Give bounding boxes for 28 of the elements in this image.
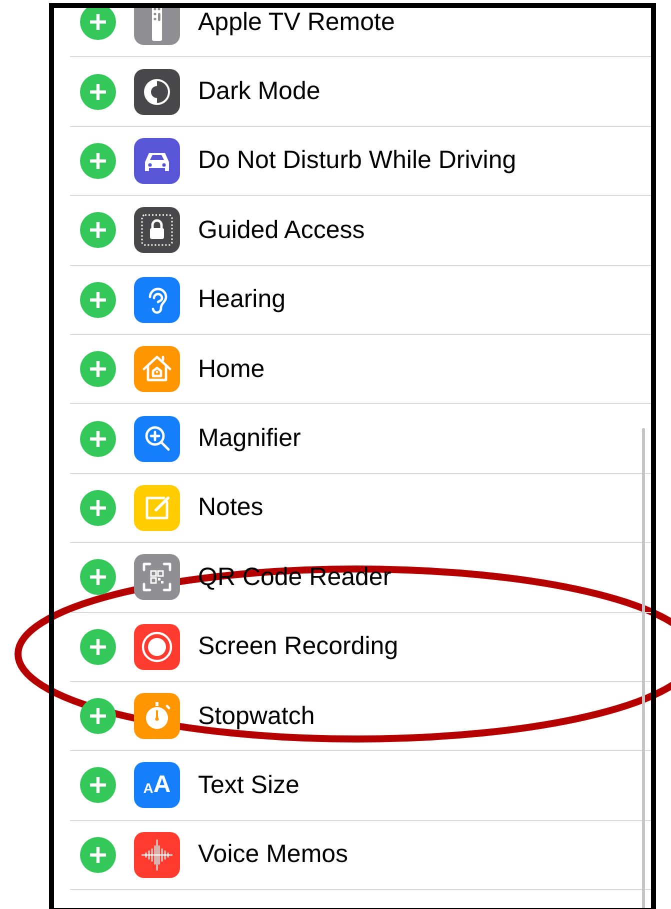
item-label: Do Not Disturb While Driving	[198, 146, 516, 176]
item-label: Magnifier	[198, 424, 301, 454]
plus-icon	[90, 152, 106, 169]
plus-icon	[90, 361, 106, 378]
plus-icon	[90, 500, 106, 516]
plus-icon	[90, 638, 106, 655]
item-label: Guided Access	[198, 216, 365, 245]
item-label: Voice Memos	[198, 840, 348, 870]
plus-icon	[90, 846, 106, 863]
plus-icon	[90, 777, 106, 794]
plus-icon	[90, 14, 106, 30]
item-label: Stopwatch	[198, 702, 315, 731]
item-label: Apple TV Remote	[198, 8, 395, 37]
text-size-icon: AA	[134, 762, 180, 808]
plus-icon	[90, 84, 106, 100]
item-label: Hearing	[198, 285, 286, 314]
add-button[interactable]	[80, 698, 116, 734]
item-label: Text Size	[198, 770, 300, 800]
plus-icon	[90, 222, 106, 238]
item-label: Dark Mode	[198, 77, 320, 106]
item-label: Home	[198, 354, 265, 384]
plus-icon	[90, 430, 106, 447]
item-label: Screen Recording	[198, 632, 398, 662]
plus-icon	[90, 708, 106, 724]
plus-icon	[90, 569, 106, 586]
item-label: Notes	[198, 493, 264, 522]
plus-icon	[90, 292, 106, 308]
add-button[interactable]	[80, 559, 116, 596]
